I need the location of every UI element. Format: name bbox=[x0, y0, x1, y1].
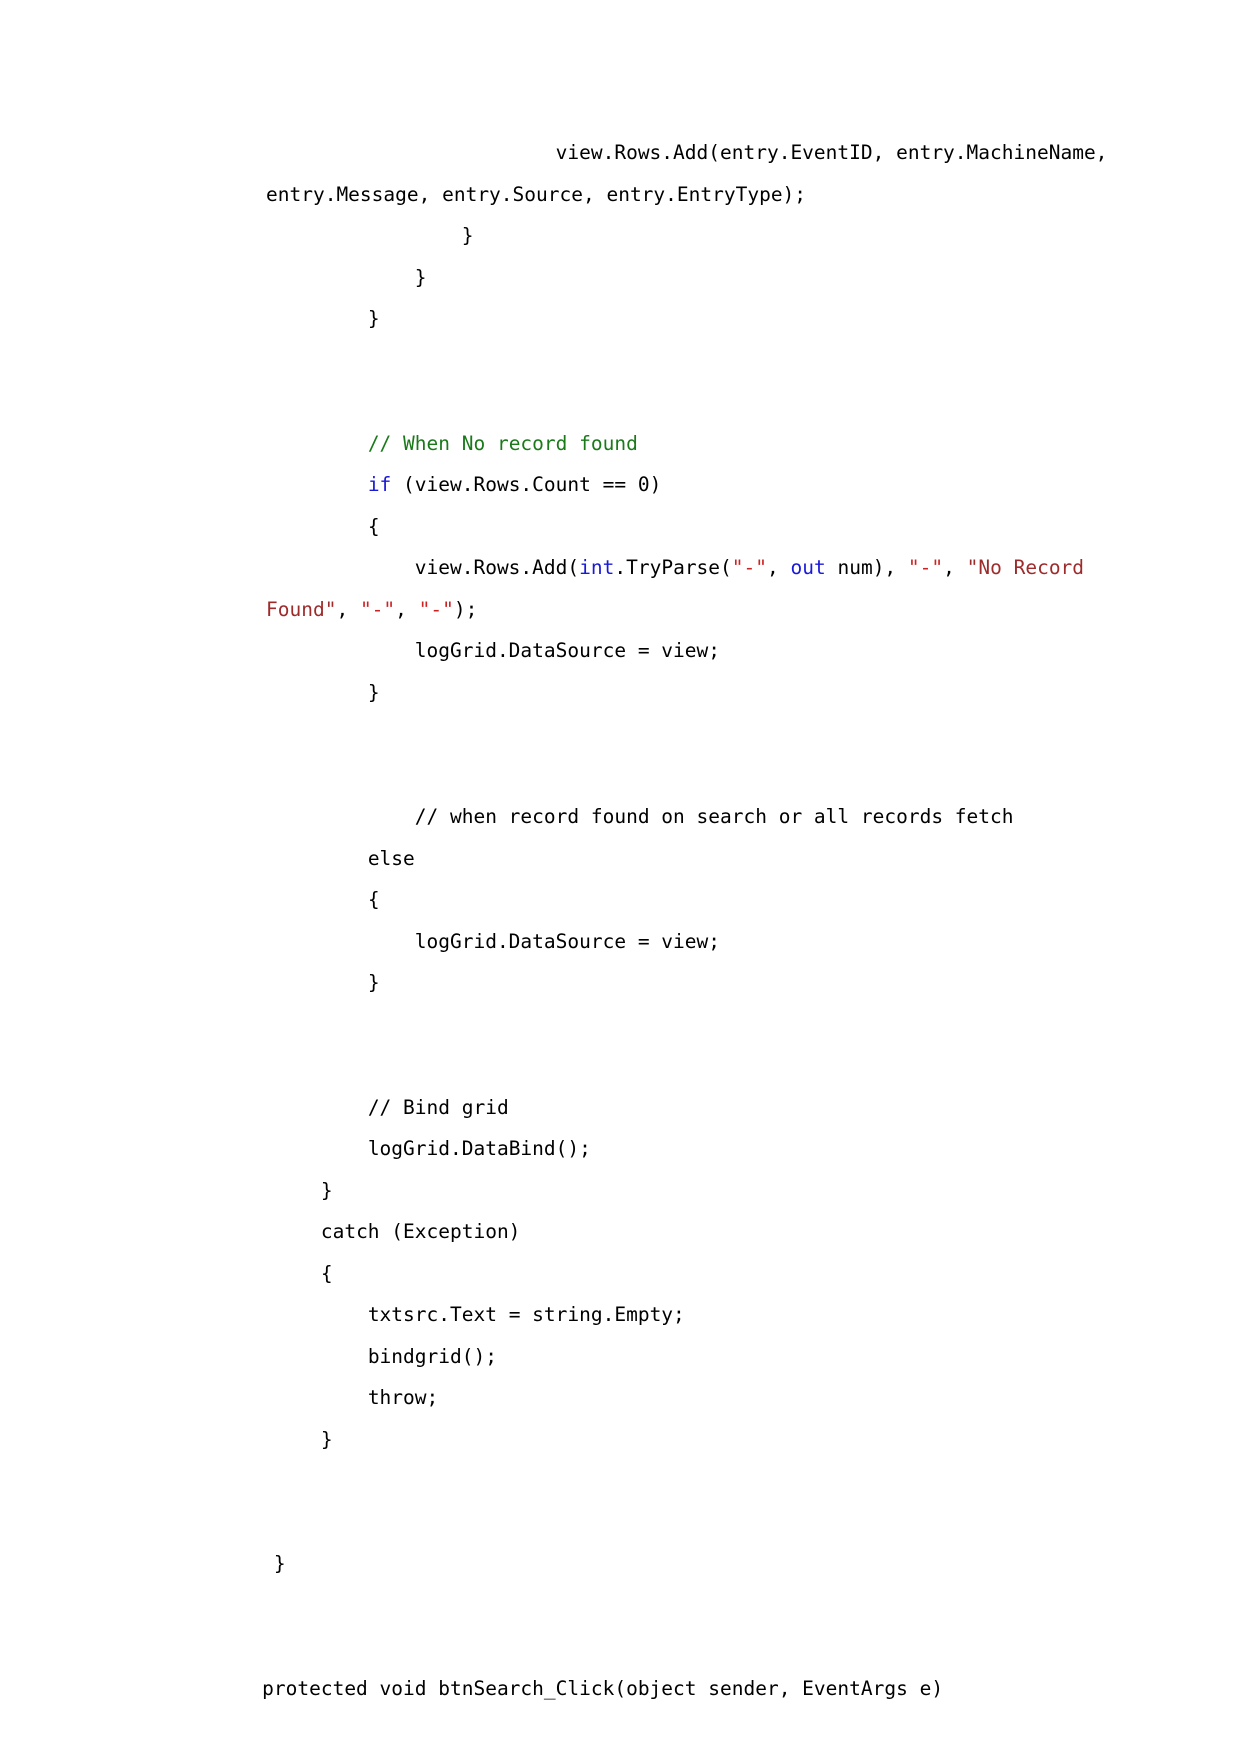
code-token-plain: (view.Rows.Count == 0) bbox=[391, 473, 662, 496]
code-token-plain: bindgrid(); bbox=[367, 1344, 497, 1368]
code-line: logGrid.DataSource = view; bbox=[133, 630, 1113, 672]
code-token-plain: , bbox=[767, 556, 791, 579]
code-token-plain: } bbox=[414, 265, 427, 289]
code-line: catch (Exception) bbox=[133, 1211, 1113, 1253]
code-token-plain: , bbox=[943, 556, 967, 579]
code-token-plain: { bbox=[320, 1261, 333, 1285]
code-token-plain: , bbox=[336, 597, 360, 621]
code-token-plain: view.Rows.Add(entry.EventID, entry.Machi… bbox=[266, 141, 1120, 206]
code-line: } bbox=[133, 215, 1113, 257]
code-token-plain: logGrid.DataBind(); bbox=[367, 1137, 591, 1160]
code-token-plain: txtsrc.Text = string.Empty; bbox=[367, 1303, 685, 1326]
code-token-string: "-" bbox=[907, 556, 944, 579]
code-line: txtsrc.Text = string.Empty; bbox=[133, 1294, 1113, 1336]
code-line: protected void btnSearch_Click(object se… bbox=[133, 1668, 1113, 1710]
code-line: { bbox=[133, 879, 1113, 921]
code-token-plain: { bbox=[367, 514, 380, 538]
code-line: } bbox=[133, 1419, 1113, 1461]
code-line: // When No record found bbox=[133, 423, 1113, 465]
code-token-plain: logGrid.DataSource = view; bbox=[414, 929, 721, 953]
code-line: throw; bbox=[133, 1377, 1113, 1419]
code-listing: view.Rows.Add(entry.EventID, entry.Machi… bbox=[133, 132, 1113, 1709]
code-line: } bbox=[133, 962, 1113, 1004]
code-token-string: "-" bbox=[359, 597, 396, 621]
code-line: view.Rows.Add(entry.EventID, entry.Machi… bbox=[133, 132, 1113, 215]
code-token-plain: } bbox=[367, 680, 380, 704]
code-line: } bbox=[133, 1543, 1113, 1585]
code-line: } bbox=[133, 257, 1113, 299]
code-token-plain: , bbox=[395, 597, 419, 621]
code-token-plain: } bbox=[273, 1552, 286, 1575]
code-token-plain: .TryParse( bbox=[614, 556, 732, 579]
code-token-plain: throw; bbox=[367, 1386, 439, 1409]
code-token-plain: else bbox=[367, 846, 415, 870]
code-token-plain: } bbox=[320, 1178, 333, 1202]
code-line: logGrid.DataBind(); bbox=[133, 1128, 1113, 1170]
code-token-comment-green: // When No record found bbox=[367, 431, 638, 455]
document-page: view.Rows.Add(entry.EventID, entry.Machi… bbox=[0, 0, 1241, 1754]
code-token-plain: } bbox=[367, 971, 380, 994]
code-token-string: "-" bbox=[731, 556, 768, 579]
code-line: if (view.Rows.Count == 0) bbox=[133, 464, 1113, 506]
code-token-plain: { bbox=[367, 888, 380, 911]
code-token-keyword: int bbox=[579, 556, 615, 579]
code-token-plain: view.Rows.Add( bbox=[414, 556, 580, 579]
code-token-plain: } bbox=[461, 224, 474, 247]
code-line: view.Rows.Add(int.TryParse("-", out num)… bbox=[133, 547, 1113, 630]
code-line: // when record found on search or all re… bbox=[133, 796, 1113, 838]
code-token-string: "-" bbox=[418, 597, 454, 621]
code-line: // Bind grid bbox=[133, 1087, 1113, 1129]
code-line: { bbox=[133, 506, 1113, 548]
code-line: } bbox=[133, 298, 1113, 340]
code-token-plain: // when record found on search or all re… bbox=[414, 805, 1014, 828]
code-line: } bbox=[133, 1170, 1113, 1212]
code-token-plain: logGrid.DataSource = view; bbox=[414, 639, 721, 662]
code-token-keyword: if bbox=[367, 473, 392, 496]
code-line: bindgrid(); bbox=[133, 1336, 1113, 1378]
code-line: } bbox=[133, 672, 1113, 714]
code-line: logGrid.DataSource = view; bbox=[133, 921, 1113, 963]
code-token-keyword: out bbox=[790, 556, 826, 579]
code-line: { bbox=[133, 1253, 1113, 1295]
code-token-plain: protected void btnSearch_Click(object se… bbox=[262, 1676, 944, 1700]
code-token-plain: catch (Exception) bbox=[320, 1220, 521, 1243]
code-line: else bbox=[133, 838, 1113, 880]
code-token-plain: ); bbox=[453, 597, 478, 621]
code-token-plain: } bbox=[367, 307, 380, 330]
code-token-plain: num), bbox=[825, 556, 908, 579]
code-token-plain: } bbox=[320, 1427, 333, 1451]
code-token-plain: // Bind grid bbox=[367, 1095, 509, 1119]
